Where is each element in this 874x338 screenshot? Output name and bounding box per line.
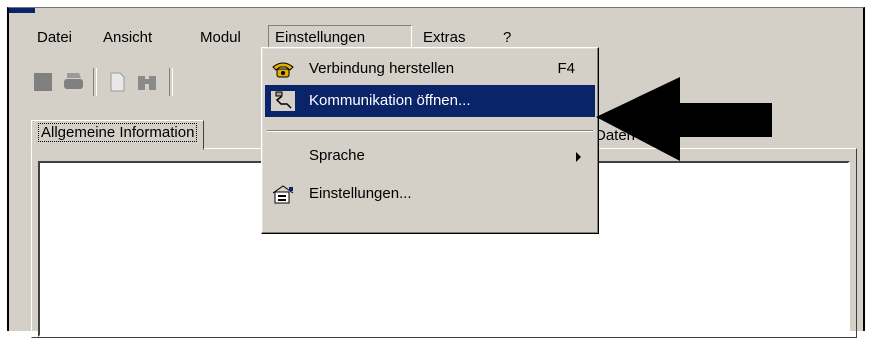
submenu-arrow-icon — [576, 152, 581, 162]
toolbar-separator — [93, 68, 97, 96]
telephone-icon — [271, 59, 295, 79]
cable-icon — [271, 91, 295, 111]
settings-dialog-icon — [271, 184, 295, 204]
menu-item-label: Kommunikation öffnen... — [309, 92, 471, 109]
print-icon[interactable] — [61, 70, 85, 94]
menu-item-kommunikation-oeffnen[interactable]: Kommunikation öffnen... — [265, 85, 595, 117]
menu-item-sprache[interactable]: Sprache — [265, 140, 595, 172]
menu-item-einstellungen[interactable]: Einstellungen... — [265, 178, 595, 210]
document-icon[interactable] — [105, 70, 129, 94]
menu-item-label: Verbindung herstellen — [309, 60, 455, 77]
menu-ansicht[interactable]: Ansicht — [97, 25, 158, 51]
shortcut-label: F4 — [557, 60, 575, 77]
annotation-arrow-icon — [596, 77, 772, 161]
title-bar-fragment — [9, 8, 35, 13]
menu-item-label: Sprache — [309, 147, 365, 164]
tab-allgemeine-information[interactable]: Allgemeine Information — [31, 120, 205, 150]
menu-item-verbindung-herstellen[interactable]: Verbindung herstellen F4 — [265, 53, 595, 85]
menu-separator — [267, 130, 593, 132]
menu-item-label: Einstellungen... — [309, 185, 412, 202]
stop-icon[interactable] — [31, 70, 55, 94]
tab-label: Allgemeine Information — [38, 123, 198, 142]
einstellungen-dropdown: Verbindung herstellen F4 Kommunikation ö… — [261, 47, 599, 234]
binoculars-icon[interactable] — [135, 70, 159, 94]
menu-datei[interactable]: Datei — [31, 25, 78, 51]
toolbar-separator — [169, 68, 173, 96]
menu-modul[interactable]: Modul — [194, 25, 247, 51]
